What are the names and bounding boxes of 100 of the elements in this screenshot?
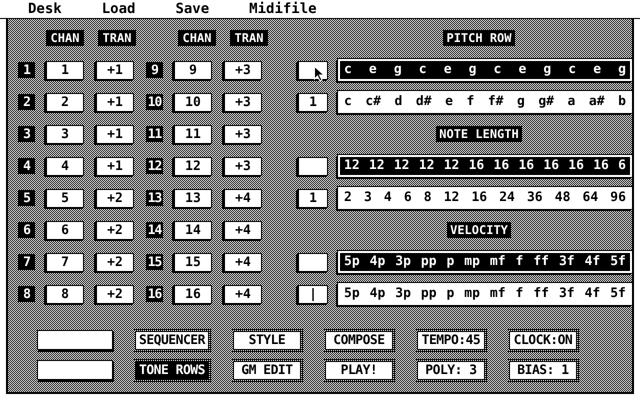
transpose-field[interactable]: +4: [224, 188, 262, 208]
strip-value: d: [394, 94, 402, 110]
menu-item[interactable]: Desk: [28, 0, 62, 18]
strip-value: 5f: [610, 286, 626, 302]
strip-value: 3f: [558, 286, 575, 302]
transpose-field[interactable]: +2: [96, 188, 134, 208]
transpose-field[interactable]: +2: [96, 220, 134, 240]
strip-value: c: [494, 62, 502, 78]
transpose-field[interactable]: +1: [96, 124, 134, 144]
value-strip[interactable]: 5p 4p 3p pp p mp mf f ff 3f 4f 5f: [338, 283, 632, 305]
menu-item[interactable]: Midifile: [249, 0, 317, 18]
strip-value: 12: [418, 158, 434, 174]
strip-value: 12: [368, 158, 385, 174]
track-number: 15: [146, 254, 163, 270]
transpose-field[interactable]: +1: [96, 92, 134, 112]
track-number: 5: [18, 190, 35, 206]
value-strip[interactable]: 2 3 4 6 8 12 16 24 36 48 64 96: [338, 187, 632, 209]
transpose-field[interactable]: +4: [224, 220, 262, 240]
row-number-field[interactable]: [298, 156, 328, 176]
toggle-button[interactable]: TONE ROWS: [135, 360, 209, 380]
column-header: CHAN: [178, 30, 216, 46]
strip-value: mp: [464, 254, 480, 270]
value-strip[interactable]: 5p 4p 3p pp p mp mf f ff 3f 4f 5f: [338, 251, 632, 273]
transpose-field[interactable]: +2: [96, 284, 134, 304]
strip-value: c: [344, 62, 352, 78]
toggle-button[interactable]: CLOCK:ON: [508, 330, 577, 350]
menu-item[interactable]: Save: [175, 0, 210, 18]
toggle-button[interactable]: TEMPO:45: [416, 330, 485, 350]
strip-value: 12: [344, 158, 360, 174]
channel-field[interactable]: 9: [174, 60, 212, 80]
input-field[interactable]: [37, 360, 113, 380]
channel-field[interactable]: 13: [174, 188, 212, 208]
transpose-field[interactable]: +1: [96, 60, 134, 80]
transpose-field[interactable]: +1: [96, 156, 134, 176]
strip-value: mp: [464, 286, 480, 302]
channel-field[interactable]: 2: [46, 92, 84, 112]
strip-value: 16: [543, 158, 560, 174]
transpose-field[interactable]: +3: [224, 60, 262, 80]
channel-field[interactable]: 7: [46, 252, 84, 272]
strip-value: 4f: [584, 286, 600, 302]
strip-value: 6: [618, 158, 626, 174]
track-number: 6: [18, 222, 35, 238]
toggle-button[interactable]: POLY: 3: [416, 360, 485, 380]
transpose-field[interactable]: +3: [224, 156, 262, 176]
value-strip[interactable]: c e g c e g c e g c e g: [338, 59, 632, 81]
strip-value: 24: [499, 190, 515, 206]
section-title: PITCH ROW: [443, 30, 515, 46]
channel-field[interactable]: 11: [174, 124, 212, 144]
value-strip[interactable]: c c# d d# e f f# g g# a a# b: [338, 91, 632, 113]
transpose-field[interactable]: +3: [224, 124, 262, 144]
row-number-field[interactable]: 1: [298, 188, 328, 208]
strip-value: c: [568, 62, 576, 78]
transpose-field[interactable]: +4: [224, 284, 262, 304]
channel-field[interactable]: 1: [46, 60, 84, 80]
channel-field[interactable]: 3: [46, 124, 84, 144]
transpose-field[interactable]: +2: [96, 252, 134, 272]
menu-item[interactable]: Load: [102, 0, 136, 18]
strip-value: ff: [533, 286, 549, 302]
track-number: 11: [146, 126, 163, 142]
channel-field[interactable]: 8: [46, 284, 84, 304]
channel-field[interactable]: 4: [46, 156, 84, 176]
row-number-field[interactable]: [298, 252, 328, 272]
input-field[interactable]: [37, 330, 113, 350]
channel-field[interactable]: 10: [174, 92, 212, 112]
toggle-button[interactable]: BIAS: 1: [508, 360, 577, 380]
strip-value: 4f: [584, 254, 600, 270]
strip-value: 96: [610, 190, 626, 206]
strip-value: 36: [526, 190, 543, 206]
column-header: CHAN: [46, 30, 84, 46]
strip-value: 6: [404, 190, 412, 206]
strip-value: b: [618, 94, 626, 110]
strip-value: d#: [416, 94, 432, 110]
strip-value: 5f: [610, 254, 626, 270]
strip-value: 16: [593, 158, 609, 174]
toggle-button[interactable]: SEQUENCER: [135, 330, 209, 350]
track-number: 3: [18, 126, 35, 142]
strip-value: 5p: [344, 254, 360, 270]
toggle-button[interactable]: GM EDIT: [232, 360, 301, 380]
row-number-field[interactable]: 1: [298, 92, 328, 112]
strip-value: g: [618, 62, 626, 78]
strip-value: pp: [420, 286, 437, 302]
channel-field[interactable]: 6: [46, 220, 84, 240]
mouse-pointer-icon: [314, 66, 325, 82]
row-number-field[interactable]: |: [298, 284, 328, 304]
transpose-field[interactable]: +4: [224, 252, 262, 272]
strip-value: g: [543, 62, 552, 78]
value-strip[interactable]: 12 12 12 12 12 16 16 16 16 16 16 6: [338, 155, 632, 177]
strip-value: e: [593, 62, 602, 78]
channel-field[interactable]: 5: [46, 188, 84, 208]
channel-field[interactable]: 16: [174, 284, 212, 304]
track-number: 12: [146, 158, 163, 174]
toggle-button[interactable]: COMPOSE: [324, 330, 393, 350]
channel-field[interactable]: 15: [174, 252, 212, 272]
toggle-button[interactable]: PLAY!: [324, 360, 393, 380]
strip-value: 5p: [344, 286, 360, 302]
transpose-field[interactable]: +3: [224, 92, 262, 112]
channel-field[interactable]: 14: [174, 220, 212, 240]
channel-field[interactable]: 12: [174, 156, 212, 176]
strip-value: 3f: [558, 254, 575, 270]
toggle-button[interactable]: STYLE: [232, 330, 301, 350]
